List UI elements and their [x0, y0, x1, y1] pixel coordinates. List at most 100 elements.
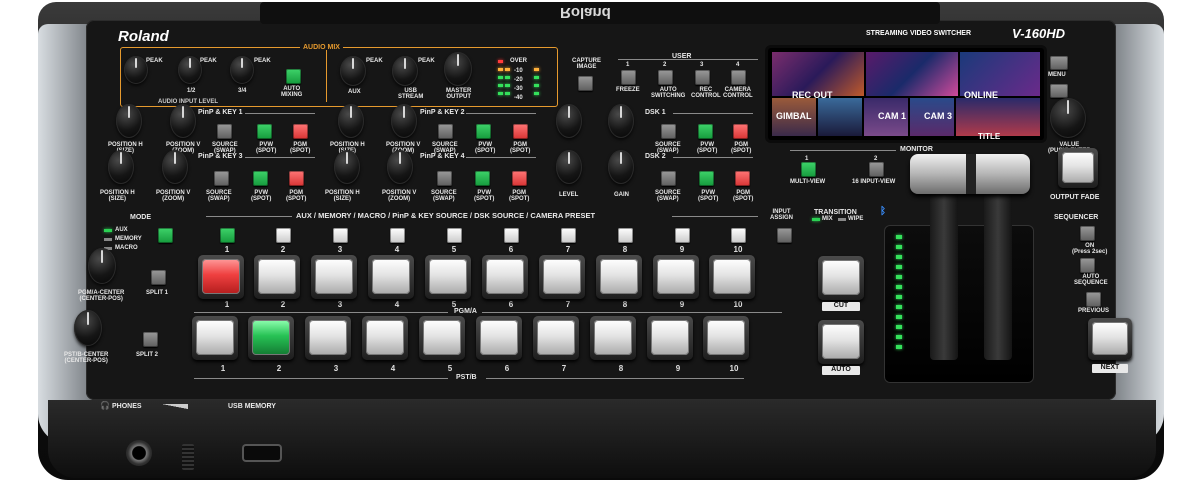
phones-volume-knob[interactable] — [182, 444, 194, 470]
pst-bus-button-6[interactable] — [476, 316, 522, 360]
aux-source-button-3[interactable] — [333, 228, 348, 243]
mode-button[interactable] — [158, 228, 173, 243]
pgm-bus-button-8[interactable] — [596, 255, 642, 299]
user-button-2[interactable] — [658, 70, 673, 85]
pinp2-pgm-button[interactable] — [513, 124, 528, 139]
pgm-bus-button-6[interactable] — [482, 255, 528, 299]
multi-view-button[interactable] — [801, 162, 816, 177]
pst-bus-button-2[interactable] — [248, 316, 294, 360]
user-button-3[interactable] — [695, 70, 710, 85]
pinp1-position-v-knob[interactable] — [170, 104, 196, 138]
pinp3-pvw-button[interactable] — [253, 171, 268, 186]
pinp2-source-button[interactable] — [438, 124, 453, 139]
pinp2-position-v-knob[interactable] — [391, 104, 417, 138]
pgm-bus-button-3[interactable] — [311, 255, 357, 299]
pst-b-line-right — [486, 378, 744, 379]
aux-source-button-2[interactable] — [276, 228, 291, 243]
audio-input-knob-3[interactable] — [230, 56, 254, 84]
pgm-bus-button-5[interactable] — [425, 255, 471, 299]
pst-bus-button-1[interactable] — [192, 316, 238, 360]
aux-source-button-1[interactable] — [220, 228, 235, 243]
pinp1-pvw-button[interactable] — [257, 124, 272, 139]
master-output-knob[interactable] — [444, 52, 472, 86]
user-button-1[interactable] — [621, 70, 636, 85]
pgm-bus-button-2[interactable] — [254, 255, 300, 299]
auto-button[interactable] — [818, 320, 864, 364]
audio-input-knob-1[interactable] — [124, 56, 148, 84]
pgm-a-center-knob[interactable] — [88, 248, 116, 284]
aux-source-button-4[interactable] — [390, 228, 405, 243]
pinp3-position-h-knob[interactable] — [108, 150, 134, 184]
headphone-jack[interactable] — [126, 440, 152, 466]
aux-source-button-5[interactable] — [447, 228, 462, 243]
pgm-bus-button-4[interactable] — [368, 255, 414, 299]
pst-bus-button-5[interactable] — [419, 316, 465, 360]
pst-bus-button-8[interactable] — [590, 316, 636, 360]
user-num-4: 4 — [736, 62, 740, 68]
pst-bus-button-4[interactable] — [362, 316, 408, 360]
usb-stream-knob[interactable] — [392, 56, 418, 86]
capture-image-button[interactable] — [578, 76, 593, 91]
input-assign-button[interactable] — [777, 228, 792, 243]
dsk-gain-label: GAIN — [614, 192, 629, 198]
dsk2-source-button[interactable] — [661, 171, 676, 186]
pinp4-position-h-knob[interactable] — [334, 150, 360, 184]
dsk2-pvw-button[interactable] — [699, 171, 714, 186]
dsk1-level-knob[interactable] — [556, 104, 582, 138]
pinp1-source-button[interactable] — [217, 124, 232, 139]
pinp3-position-v-knob[interactable] — [162, 150, 188, 184]
aux-source-button-10[interactable] — [731, 228, 746, 243]
pinp2-position-h-knob[interactable] — [338, 104, 364, 138]
master-output-label: MASTER OUTPUT — [446, 88, 472, 101]
pgm-bus-button-1[interactable] — [198, 255, 244, 299]
pinp4-position-v-knob[interactable] — [387, 150, 413, 184]
auto-sequence-button[interactable] — [1080, 258, 1095, 273]
dsk1-pvw-button[interactable] — [698, 124, 713, 139]
pinp2-pvw-button[interactable] — [476, 124, 491, 139]
audio-input-knob-2[interactable] — [178, 56, 202, 84]
previous-button[interactable] — [1086, 292, 1101, 307]
pst-bus-button-10[interactable] — [703, 316, 749, 360]
pinp3-pgm-button[interactable] — [289, 171, 304, 186]
pst-b-center-knob[interactable] — [74, 310, 102, 346]
aux-source-button-7[interactable] — [561, 228, 576, 243]
dsk1-gain-knob[interactable] — [608, 104, 634, 138]
aux-level-knob[interactable] — [340, 56, 366, 86]
dsk2-pgm-button[interactable] — [735, 171, 750, 186]
dsk1-source-button[interactable] — [661, 124, 676, 139]
dsk2-gain-knob[interactable] — [608, 150, 634, 184]
output-fade-button[interactable] — [1058, 148, 1098, 188]
auto-mixing-button[interactable] — [286, 69, 301, 84]
pinp4-pgm-button[interactable] — [512, 171, 527, 186]
pgm-bus-button-10[interactable] — [709, 255, 755, 299]
input-view-button[interactable] — [869, 162, 884, 177]
split-1-button[interactable] — [151, 270, 166, 285]
value-knob[interactable] — [1050, 98, 1086, 138]
dsk2-level-knob[interactable] — [556, 150, 582, 184]
pgm-bus-button-7[interactable] — [539, 255, 585, 299]
usb-memory-port[interactable] — [244, 446, 280, 460]
menu-button[interactable] — [1050, 56, 1068, 70]
aux-source-button-9[interactable] — [675, 228, 690, 243]
dsk1-pgm-button[interactable] — [733, 124, 748, 139]
pst-bus-number-7: 7 — [561, 364, 567, 373]
split-2-button[interactable] — [143, 332, 158, 347]
pinp1-pgm-button[interactable] — [293, 124, 308, 139]
pst-bus-button-7[interactable] — [533, 316, 579, 360]
pst-bus-button-9[interactable] — [647, 316, 693, 360]
pst-bus-button-3[interactable] — [305, 316, 351, 360]
cut-button[interactable] — [818, 256, 864, 300]
pinp3-source-button[interactable] — [214, 171, 229, 186]
aux-source-button-6[interactable] — [504, 228, 519, 243]
aux-source-button-8[interactable] — [618, 228, 633, 243]
sequencer-on-button[interactable] — [1080, 226, 1095, 241]
pgm-bus-button-9[interactable] — [653, 255, 699, 299]
pinp1-position-h-knob[interactable] — [116, 104, 142, 138]
pinp4-source-button[interactable] — [437, 171, 452, 186]
monitor-line — [790, 150, 896, 151]
next-button[interactable] — [1088, 318, 1132, 360]
pinp4-pvw-button[interactable] — [475, 171, 490, 186]
pgm-bus-number-2: 2 — [280, 300, 286, 309]
exit-button[interactable] — [1050, 84, 1068, 98]
user-button-4[interactable] — [731, 70, 746, 85]
